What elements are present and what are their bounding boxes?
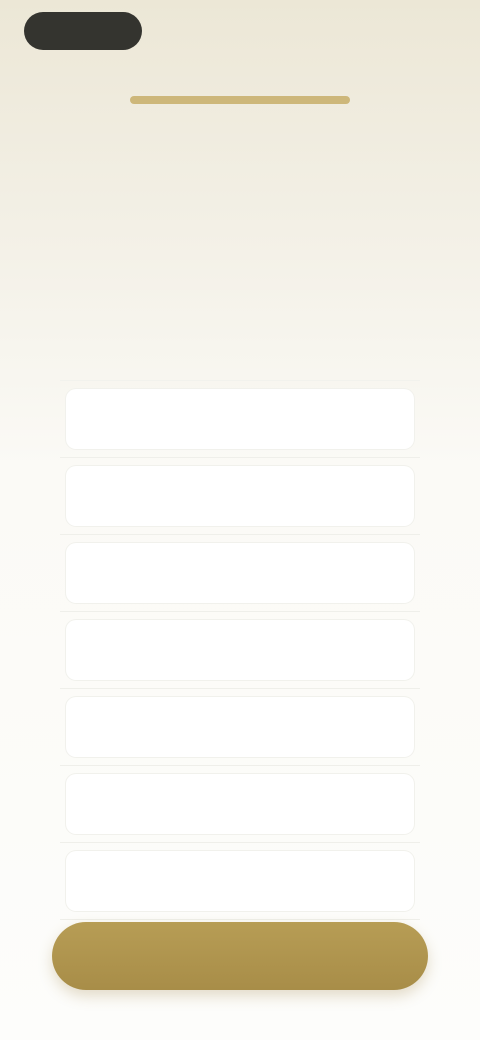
progress-fill xyxy=(130,96,350,104)
continue-button[interactable] xyxy=(52,922,428,990)
option-card xyxy=(66,851,414,911)
option-1[interactable] xyxy=(60,380,420,458)
skip-link[interactable] xyxy=(354,20,444,40)
option-7[interactable] xyxy=(60,843,420,920)
option-card xyxy=(66,389,414,449)
option-card xyxy=(66,620,414,680)
progress-bar xyxy=(130,96,350,104)
options-list xyxy=(60,380,420,920)
option-3[interactable] xyxy=(60,535,420,612)
option-6[interactable] xyxy=(60,766,420,843)
top-bar xyxy=(0,0,480,64)
option-card xyxy=(66,774,414,834)
option-card xyxy=(66,697,414,757)
option-card xyxy=(66,543,414,603)
back-button[interactable] xyxy=(24,12,142,50)
option-2[interactable] xyxy=(60,458,420,535)
option-4[interactable] xyxy=(60,612,420,689)
option-card xyxy=(66,466,414,526)
option-5[interactable] xyxy=(60,689,420,766)
